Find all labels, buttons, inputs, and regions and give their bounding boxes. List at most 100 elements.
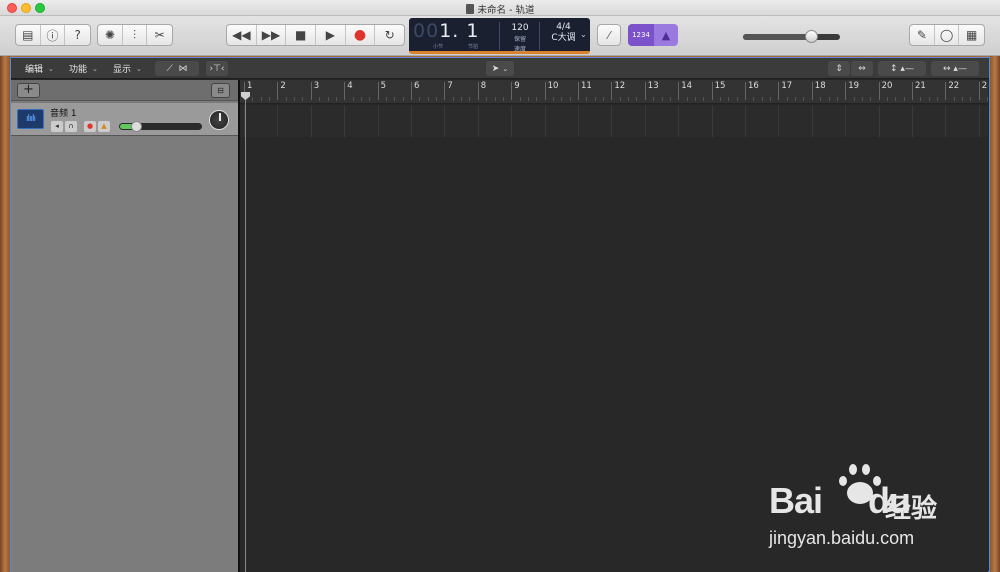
stop-icon[interactable]: ■	[286, 25, 317, 45]
track-lane[interactable]	[240, 105, 988, 137]
fit-horizontal-icon[interactable]: ⇔	[851, 61, 873, 76]
ruler-bar-number: 7	[447, 81, 453, 91]
horizontal-zoom-slider[interactable]: ↔ ▴—	[931, 61, 979, 76]
filter-icon[interactable]: ›⊤‹	[206, 61, 228, 76]
playhead-line	[245, 100, 246, 572]
track-headers: + ⊟ ılıılı 音频 1 ◂ ∩ ● ▲	[11, 80, 238, 572]
media-browser-icon[interactable]: ▦	[959, 25, 984, 45]
ruler-beat-tick	[285, 97, 287, 101]
grid-line	[845, 105, 847, 137]
ruler-beat-tick	[402, 97, 404, 101]
window-title: 未命名 - 轨道	[0, 2, 1000, 16]
ruler-beat-tick	[703, 97, 705, 101]
editors-icon[interactable]: ✂	[147, 25, 172, 45]
ruler-beat-tick	[795, 97, 797, 101]
automation-icon[interactable]: ⟋	[166, 64, 172, 74]
chevron-down-icon: ⌄	[502, 64, 509, 73]
notepad-icon[interactable]: ✎	[910, 25, 935, 45]
pointer-tool-menu[interactable]: ➤ ⌄	[486, 61, 514, 76]
ruler-beat-tick	[527, 97, 529, 101]
grid-line	[644, 105, 646, 137]
ruler-bar-tick	[945, 82, 947, 100]
wood-frame-left	[0, 56, 10, 572]
functions-menu[interactable]: 功能 ⌄	[65, 61, 102, 76]
pan-knob[interactable]	[209, 110, 229, 130]
info-icon[interactable]: ⓘ	[41, 25, 66, 45]
tracks-menu-bar: 编辑 ⌄ 功能 ⌄ 显示 ⌄ ⟋ ⋈ ›⊤‹ ➤ ⌄ ⇕ ⇔ ↕ ▴— ↔ ▴—	[11, 58, 989, 79]
ruler-bar-tick	[778, 82, 780, 100]
document-icon	[465, 4, 474, 14]
catch-playhead-icon[interactable]: ⊟	[211, 83, 230, 98]
flex-icon[interactable]: ⋈	[179, 64, 188, 74]
editor-buttons-group: ✺ ⫶ ✂	[97, 24, 173, 46]
play-icon[interactable]: ▶	[316, 25, 346, 45]
track-volume-knob[interactable]	[131, 121, 143, 132]
ruler-beat-tick	[962, 97, 964, 101]
window-title-text: 未命名 - 轨道	[477, 5, 535, 16]
ruler-beat-tick	[619, 97, 621, 101]
ruler-beat-tick	[594, 97, 596, 101]
ruler-beat-tick	[569, 97, 571, 101]
lcd-display[interactable]: 001. 1 小节 节拍 120 保留 速度 4/4 C大调	[409, 18, 590, 54]
ruler-beat-tick	[536, 97, 538, 101]
view-menu[interactable]: 显示 ⌄	[109, 61, 146, 76]
grid-line	[444, 105, 446, 137]
track-volume-slider[interactable]	[119, 121, 202, 132]
ruler-beat-tick	[260, 97, 262, 101]
track-header[interactable]: ılıılı 音频 1 ◂ ∩ ● ▲	[11, 103, 238, 136]
grid-line	[878, 105, 880, 137]
smart-controls-icon[interactable]: ✺	[98, 25, 123, 45]
solo-headphones-icon[interactable]: ∩	[65, 121, 77, 132]
ruler-bar-tick	[711, 82, 713, 100]
count-in-button[interactable]: 1234	[628, 24, 654, 46]
input-monitor-icon[interactable]: ▲	[98, 121, 110, 132]
ruler-bar-tick	[745, 82, 746, 100]
grid-line	[678, 105, 680, 137]
ruler-beat-tick	[502, 97, 504, 101]
ruler-beat-tick	[903, 97, 905, 101]
ruler[interactable]: 1234567891011121314151617181920212223	[240, 80, 988, 104]
ruler-beat-tick	[920, 97, 922, 101]
ruler-bar-tick	[444, 82, 446, 100]
fast-forward-icon[interactable]: ▶▶	[257, 25, 287, 45]
ruler-bar-tick	[411, 82, 412, 100]
ruler-beat-tick	[419, 97, 421, 101]
loops-icon[interactable]: ◯	[935, 25, 960, 45]
ruler-beat-tick	[335, 97, 337, 101]
grid-line	[778, 105, 780, 137]
edit-menu[interactable]: 编辑 ⌄	[21, 61, 58, 76]
ruler-beat-tick	[385, 97, 387, 101]
right-buttons-group: ✎ ◯ ▦	[909, 24, 985, 46]
lcd-mode-chevron-icon[interactable]: ⌄	[580, 30, 590, 42]
bar-label: 小节	[433, 44, 444, 50]
mute-icon[interactable]: ◂	[51, 121, 63, 132]
ruler-bar-number: 21	[915, 81, 926, 91]
ruler-bar-tick	[678, 82, 680, 100]
add-track-button[interactable]: +	[17, 83, 40, 98]
master-volume-knob[interactable]	[804, 30, 818, 43]
ruler-bar-number: 1	[247, 81, 253, 91]
ruler-bar-tick	[511, 82, 513, 100]
library-icon[interactable]: ▤	[16, 25, 41, 45]
rewind-icon[interactable]: ◀◀	[227, 25, 257, 45]
master-volume-fill	[743, 34, 811, 40]
record-icon[interactable]: ●	[346, 25, 376, 45]
metronome-icon[interactable]: ▲	[654, 24, 678, 46]
master-volume-slider[interactable]	[743, 30, 840, 43]
vertical-zoom-slider[interactable]: ↕ ▴—	[878, 61, 926, 76]
help-icon[interactable]: ?	[65, 25, 90, 45]
fit-vertical-icon[interactable]: ⇕	[828, 61, 850, 76]
mixer-icon[interactable]: ⫶	[123, 25, 148, 45]
ruler-beat-tick	[319, 97, 321, 101]
tuner-icon[interactable]: ⁄	[597, 24, 621, 46]
ruler-bar-number: 11	[581, 81, 592, 91]
record-enable-icon[interactable]: ●	[84, 121, 96, 132]
ruler-beat-tick	[327, 97, 329, 101]
grid-line	[511, 105, 513, 137]
track-name[interactable]: 音频 1	[50, 106, 77, 119]
tempo-display[interactable]: 120 保留 速度	[501, 23, 539, 53]
grid-line	[711, 105, 713, 137]
cycle-icon[interactable]: ↻	[375, 25, 404, 45]
ruler-beat-tick	[803, 97, 805, 101]
ruler-beat-tick	[970, 97, 972, 101]
